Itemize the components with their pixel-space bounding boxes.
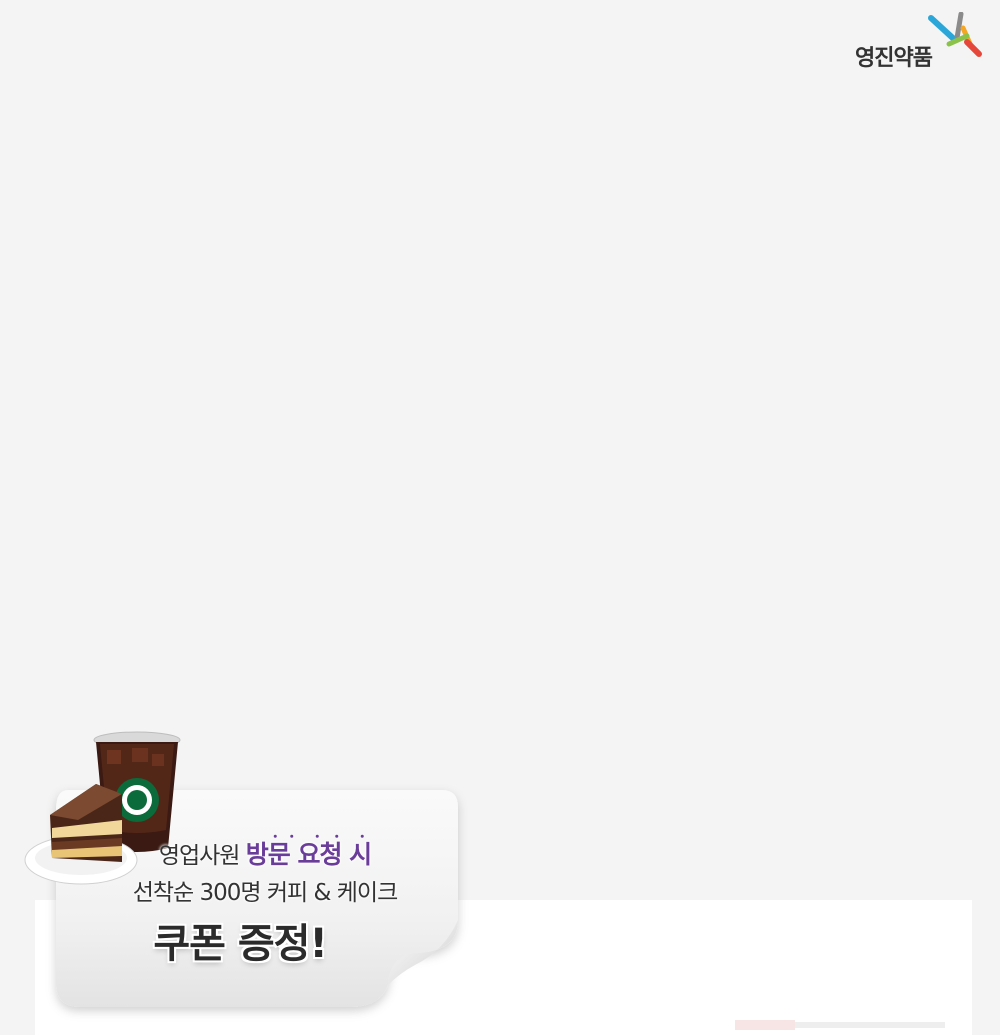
- logo-mark-icon: [928, 12, 982, 57]
- promo-line-2: 선착순 300명 커피 & 케이크: [132, 880, 399, 906]
- brand-logo[interactable]: 영진약품: [855, 12, 985, 71]
- brand-name: 영진약품: [855, 46, 933, 71]
- promo-line-1-emphasis: 방문 요청 시: [245, 834, 372, 869]
- emphasis-dots-icon: [273, 834, 364, 838]
- promo-text-block: 영업사원 방문 요청 시 선착순 300명 커피 & 케이크 쿠폰 증정!: [105, 834, 425, 969]
- promo-emphasis-text: 방문 요청 시: [245, 840, 372, 869]
- promo-headline: 쿠폰 증정!: [153, 921, 327, 967]
- promo-line-1: 영업사원 방문 요청 시: [105, 834, 425, 871]
- promo-line-1-prefix: 영업사원: [158, 843, 241, 869]
- faint-decoration: [735, 1020, 945, 1030]
